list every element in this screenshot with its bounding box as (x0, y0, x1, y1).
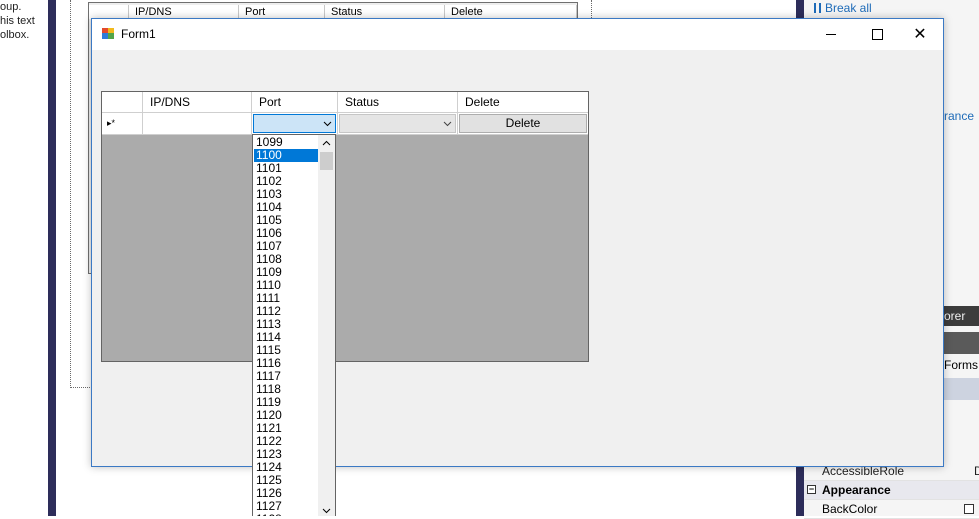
scrollbar-thumb[interactable] (320, 152, 333, 170)
toolbox-text-line: olbox. (0, 29, 30, 41)
appearance-link[interactable]: rance (944, 109, 974, 123)
pause-icon (814, 3, 821, 13)
toolbox-text-line: oup. (0, 1, 22, 13)
status-cell[interactable] (338, 113, 458, 134)
column-header-status[interactable]: Status (338, 92, 458, 112)
minimize-button[interactable] (808, 19, 854, 50)
row-header-corner[interactable] (102, 92, 143, 112)
collapse-icon[interactable]: − (807, 485, 816, 494)
ip-cell[interactable] (143, 113, 252, 134)
port-combobox[interactable] (253, 114, 336, 133)
designer-col-ip: IP/DNS (129, 5, 239, 19)
dropdown-scrollbar[interactable] (318, 135, 335, 516)
designer-grid-header: IP/DNS Port Status Delete (89, 5, 577, 19)
delete-cell[interactable]: Delete (458, 113, 588, 134)
color-swatch[interactable] (964, 504, 974, 514)
designer-col-delete: Delete (445, 5, 577, 19)
selected-object-type: Forms. (944, 358, 979, 372)
toolbox-text-line: his text (0, 15, 35, 27)
window-title: Form1 (121, 27, 156, 41)
close-icon: ✕ (913, 25, 927, 43)
maximize-icon (871, 29, 883, 40)
break-all-button[interactable]: Break all (814, 0, 872, 16)
data-grid-view[interactable]: IP/DNS Port Status Delete ▸* Delete (101, 91, 589, 362)
form-app-icon (102, 28, 115, 40)
column-header-ip[interactable]: IP/DNS (143, 92, 252, 112)
designer-col-status: Status (325, 5, 445, 19)
new-row-indicator[interactable]: ▸* (102, 113, 143, 134)
property-category-appearance[interactable]: − Appearance (804, 481, 979, 500)
delete-button[interactable]: Delete (459, 114, 587, 133)
port-cell[interactable] (252, 113, 338, 134)
column-header-delete[interactable]: Delete (458, 92, 588, 112)
chevron-down-icon[interactable] (442, 118, 453, 129)
properties-toolbar (944, 378, 979, 400)
property-backcolor[interactable]: BackColor (804, 500, 979, 519)
status-combobox[interactable] (339, 114, 456, 133)
toolbox-description-text: oup. his text olbox. (0, 0, 48, 42)
ide-left-band (48, 0, 56, 516)
title-bar[interactable]: Form1 ✕ (92, 19, 943, 50)
port-dropdown-list[interactable]: 1099 1100 1101 1102 1103 1104 1105 1106 1107 1108… (252, 134, 336, 516)
scroll-down-icon[interactable] (322, 508, 331, 514)
minimize-icon (826, 34, 836, 35)
panel-toolbar (940, 332, 979, 354)
table-row-new[interactable]: ▸* Delete (102, 113, 588, 135)
form1-window: Form1 ✕ IP/DNS Port Status Delete ▸* Del… (91, 18, 944, 467)
explorer-tab[interactable]: orer (940, 306, 979, 326)
dropdown-items: 1099 1100 1101 1102 1103 1104 1105 1106 1107 1108… (254, 136, 319, 516)
grid-header: IP/DNS Port Status Delete (102, 92, 588, 113)
scroll-up-icon[interactable] (322, 140, 331, 146)
maximize-button[interactable] (854, 19, 900, 50)
column-header-port[interactable]: Port (252, 92, 338, 112)
chevron-down-icon[interactable] (322, 118, 333, 129)
close-button[interactable]: ✕ (897, 19, 943, 50)
designer-col-port: Port (239, 5, 325, 19)
